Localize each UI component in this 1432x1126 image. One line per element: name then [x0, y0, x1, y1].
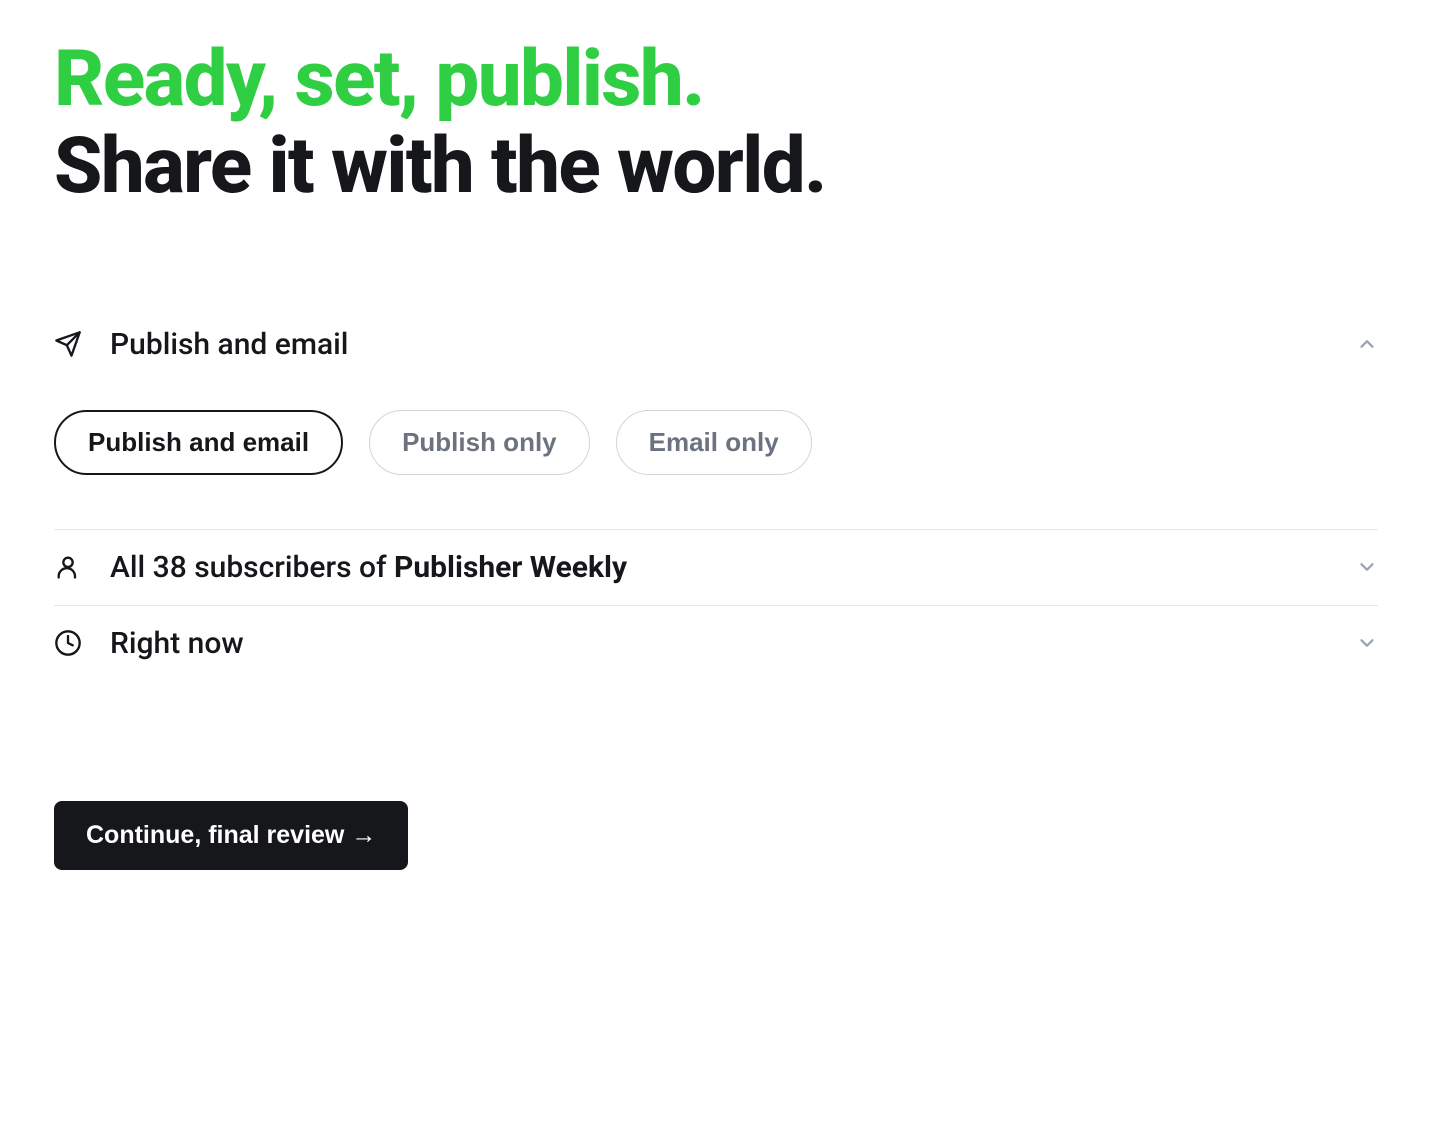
page-headline: Ready, set, publish. Share it with the w…: [54, 36, 1378, 211]
continue-button[interactable]: Continue, final review →: [54, 801, 408, 870]
clock-icon: [54, 629, 84, 657]
publish-options-group: Publish and email Publish only Email onl…: [54, 410, 1378, 475]
audience-section-header[interactable]: All 38 subscribers of Publisher Weekly: [54, 530, 1378, 605]
send-icon: [54, 330, 84, 358]
audience-label: All 38 subscribers of Publisher Weekly: [110, 550, 1330, 585]
schedule-section-header[interactable]: Right now: [54, 606, 1378, 681]
schedule-label: Right now: [110, 626, 1330, 661]
audience-name: Publisher Weekly: [394, 550, 627, 585]
publish-section-title: Publish and email: [110, 327, 1330, 362]
option-publish-only[interactable]: Publish only: [369, 410, 590, 475]
option-publish-and-email[interactable]: Publish and email: [54, 410, 343, 475]
headline-accent: Ready, set, publish.: [54, 34, 704, 125]
continue-label: Continue, final review →: [86, 821, 376, 850]
headline-main: Share it with the world.: [54, 121, 826, 212]
chevron-down-icon: [1356, 632, 1378, 654]
chevron-up-icon: [1356, 333, 1378, 355]
chevron-down-icon: [1356, 556, 1378, 578]
user-icon: [54, 553, 84, 581]
audience-prefix: All 38 subscribers of: [110, 550, 394, 585]
publish-section-header[interactable]: Publish and email: [54, 307, 1378, 382]
option-email-only[interactable]: Email only: [616, 410, 812, 475]
